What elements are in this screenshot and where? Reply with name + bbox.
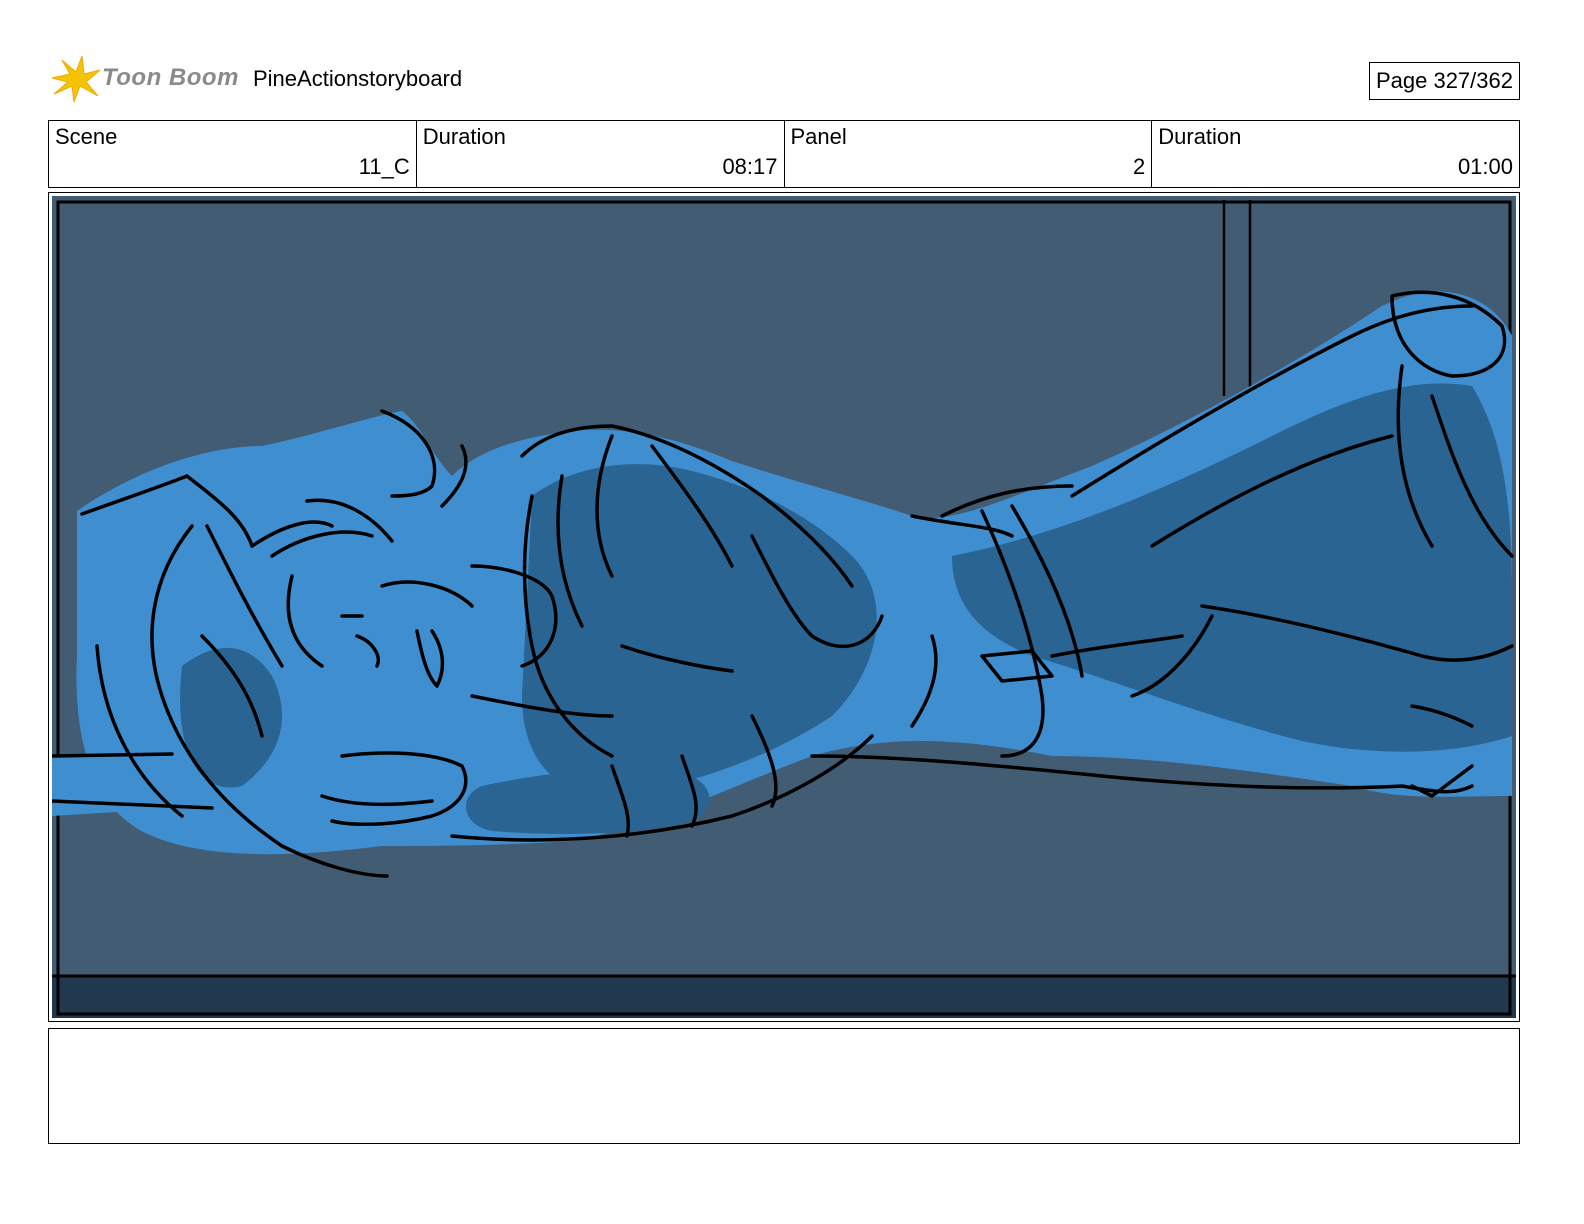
panel-duration-cell: Duration 01:00: [1152, 121, 1519, 187]
floor-strip: [52, 976, 1516, 1018]
panel-notes-box[interactable]: [48, 1028, 1520, 1144]
logo-text: Toon Boom: [102, 64, 239, 91]
scene-value: 11_C: [358, 154, 410, 179]
panel-label: Panel: [790, 124, 847, 149]
scene-duration-label: Duration: [422, 124, 506, 149]
page-header: Toon Boom PineActionstoryboard Page 327/…: [48, 52, 1520, 108]
scene-duration-cell: Duration 08:17: [417, 121, 785, 187]
panel-sketch: [52, 196, 1516, 1018]
storyboard-panel: [48, 192, 1520, 1022]
page-number: Page 327/362: [1368, 62, 1520, 100]
project-title: PineActionstoryboard: [253, 66, 463, 91]
panel-duration-label: Duration: [1158, 124, 1242, 149]
toon-boom-logo: Toon Boom: [48, 52, 248, 108]
scene-label: Scene: [55, 124, 118, 149]
panel-value: 2: [1133, 154, 1146, 179]
scene-duration-value: 08:17: [722, 154, 778, 179]
panel-cell: Panel 2: [785, 121, 1153, 187]
scene-cell: Scene 11_C: [49, 121, 417, 187]
scene-info-table: Scene 11_C Duration 08:17 Panel 2 Durati…: [48, 120, 1520, 188]
starburst-icon: [51, 55, 101, 103]
panel-duration-value: 01:00: [1457, 154, 1513, 179]
